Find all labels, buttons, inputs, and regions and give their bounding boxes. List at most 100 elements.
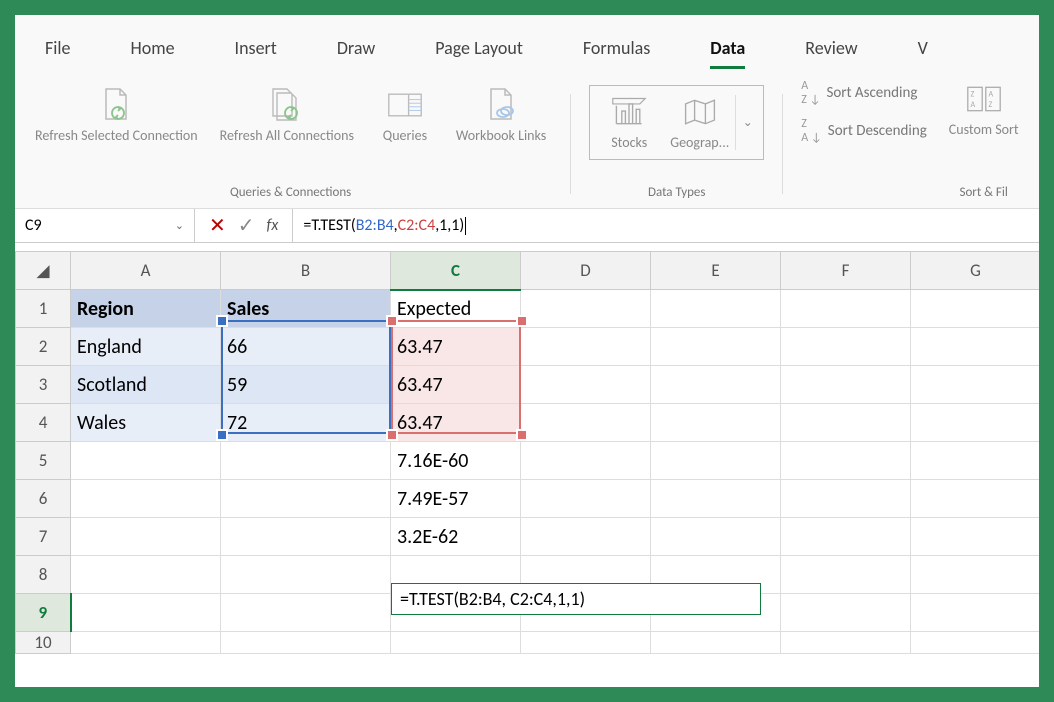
select-all-corner[interactable]: ◢ bbox=[16, 252, 71, 290]
tab-view-partial[interactable]: V bbox=[888, 31, 934, 69]
handle-pink-bl[interactable] bbox=[388, 431, 396, 439]
cell-G3[interactable] bbox=[911, 366, 1040, 404]
cell-F2[interactable] bbox=[781, 328, 911, 366]
cell-E6[interactable] bbox=[651, 480, 781, 518]
col-header-B[interactable]: B bbox=[221, 252, 391, 290]
row-header-7[interactable]: 7 bbox=[16, 518, 71, 556]
handle-pink-br[interactable] bbox=[518, 431, 526, 439]
cell-A8[interactable] bbox=[71, 556, 221, 594]
cell-A10[interactable] bbox=[71, 632, 221, 654]
row-header-3[interactable]: 3 bbox=[16, 366, 71, 404]
cell-E10[interactable] bbox=[651, 632, 781, 654]
tab-formulas[interactable]: Formulas bbox=[553, 31, 680, 69]
active-cell-formula-overlay[interactable]: =T.TEST(B2:B4, C2:C4,1,1) bbox=[391, 583, 761, 615]
cell-F6[interactable] bbox=[781, 480, 911, 518]
row-header-9[interactable]: 9 bbox=[16, 594, 71, 632]
cell-G4[interactable] bbox=[911, 404, 1040, 442]
row-header-5[interactable]: 5 bbox=[16, 442, 71, 480]
cell-C4[interactable]: 63.47 bbox=[391, 404, 521, 442]
tab-page-layout[interactable]: Page Layout bbox=[405, 31, 553, 69]
tab-review[interactable]: Review bbox=[775, 31, 887, 69]
cell-A2[interactable]: England bbox=[71, 328, 221, 366]
cell-C3[interactable]: 63.47 bbox=[391, 366, 521, 404]
handle-pink-tr[interactable] bbox=[518, 317, 526, 325]
cell-A6[interactable] bbox=[71, 480, 221, 518]
cell-G7[interactable] bbox=[911, 518, 1040, 556]
cancel-icon[interactable]: ✕ bbox=[209, 213, 226, 238]
cell-G10[interactable] bbox=[911, 632, 1040, 654]
enter-icon[interactable]: ✓ bbox=[238, 213, 255, 238]
cell-F1[interactable] bbox=[781, 290, 911, 328]
name-box[interactable]: C9 ⌄ bbox=[15, 209, 195, 242]
cell-G6[interactable] bbox=[911, 480, 1040, 518]
cell-D5[interactable] bbox=[521, 442, 651, 480]
col-header-E[interactable]: E bbox=[651, 252, 781, 290]
row-header-6[interactable]: 6 bbox=[16, 480, 71, 518]
cell-A7[interactable] bbox=[71, 518, 221, 556]
cell-C2[interactable]: 63.47 bbox=[391, 328, 521, 366]
cell-G1[interactable] bbox=[911, 290, 1040, 328]
cell-C6[interactable]: 7.49E-57 bbox=[391, 480, 521, 518]
cell-D10[interactable] bbox=[521, 632, 651, 654]
cell-B6[interactable] bbox=[221, 480, 391, 518]
cell-E2[interactable] bbox=[651, 328, 781, 366]
cell-E1[interactable] bbox=[651, 290, 781, 328]
cell-B2[interactable]: 66 bbox=[221, 328, 391, 366]
cell-B5[interactable] bbox=[221, 442, 391, 480]
cell-B1[interactable]: Sales bbox=[221, 290, 391, 328]
cell-B7[interactable] bbox=[221, 518, 391, 556]
cell-E5[interactable] bbox=[651, 442, 781, 480]
handle-pink-tl[interactable] bbox=[388, 317, 396, 325]
cell-A5[interactable] bbox=[71, 442, 221, 480]
cell-B9[interactable] bbox=[221, 594, 391, 632]
data-types-gallery[interactable]: Stocks Geograp... ⌄ bbox=[589, 85, 764, 160]
cell-F8[interactable] bbox=[781, 556, 911, 594]
data-types-dropdown[interactable]: ⌄ bbox=[735, 95, 759, 150]
fx-icon[interactable]: fx bbox=[267, 216, 279, 235]
cell-D1[interactable] bbox=[521, 290, 651, 328]
cell-F3[interactable] bbox=[781, 366, 911, 404]
cell-F5[interactable] bbox=[781, 442, 911, 480]
cell-B10[interactable] bbox=[221, 632, 391, 654]
cell-F9[interactable] bbox=[781, 594, 911, 632]
cell-A4[interactable]: Wales bbox=[71, 404, 221, 442]
cell-C10[interactable] bbox=[391, 632, 521, 654]
cell-D3[interactable] bbox=[521, 366, 651, 404]
geography-button[interactable]: Geograp... bbox=[664, 92, 735, 153]
cell-D2[interactable] bbox=[521, 328, 651, 366]
cell-G5[interactable] bbox=[911, 442, 1040, 480]
cell-E4[interactable] bbox=[651, 404, 781, 442]
cell-F4[interactable] bbox=[781, 404, 911, 442]
cell-A1[interactable]: Region bbox=[71, 290, 221, 328]
cell-G8[interactable] bbox=[911, 556, 1040, 594]
cell-D7[interactable] bbox=[521, 518, 651, 556]
cell-B3[interactable]: 59 bbox=[221, 366, 391, 404]
handle-blue-tl[interactable] bbox=[218, 317, 226, 325]
cell-C1[interactable]: Expected bbox=[391, 290, 521, 328]
cell-D4[interactable] bbox=[521, 404, 651, 442]
col-header-D[interactable]: D bbox=[521, 252, 651, 290]
cell-B4[interactable]: 72 bbox=[221, 404, 391, 442]
handle-blue-bl[interactable] bbox=[218, 431, 226, 439]
custom-sort-button[interactable]: ZAAZ Custom Sort bbox=[943, 79, 1025, 140]
cell-D6[interactable] bbox=[521, 480, 651, 518]
row-header-10[interactable]: 10 bbox=[16, 632, 71, 654]
tab-home[interactable]: Home bbox=[101, 31, 205, 69]
stocks-button[interactable]: Stocks bbox=[594, 92, 664, 153]
tab-file[interactable]: File bbox=[15, 31, 101, 69]
tab-data[interactable]: Data bbox=[680, 31, 775, 69]
col-header-A[interactable]: A bbox=[71, 252, 221, 290]
cell-F7[interactable] bbox=[781, 518, 911, 556]
cell-G9[interactable] bbox=[911, 594, 1040, 632]
formula-input[interactable]: =T.TEST(B2:B4, C2:C4,1,1) bbox=[293, 209, 1039, 242]
sort-ascending-button[interactable]: AZ ↓ Sort Ascending bbox=[801, 79, 927, 107]
queries-button[interactable]: Queries bbox=[370, 85, 440, 146]
col-header-C[interactable]: C bbox=[391, 252, 521, 290]
tab-insert[interactable]: Insert bbox=[205, 31, 307, 69]
row-header-4[interactable]: 4 bbox=[16, 404, 71, 442]
row-header-2[interactable]: 2 bbox=[16, 328, 71, 366]
cell-E7[interactable] bbox=[651, 518, 781, 556]
row-header-1[interactable]: 1 bbox=[16, 290, 71, 328]
workbook-links-button[interactable]: Workbook Links bbox=[450, 85, 552, 146]
col-header-F[interactable]: F bbox=[781, 252, 911, 290]
